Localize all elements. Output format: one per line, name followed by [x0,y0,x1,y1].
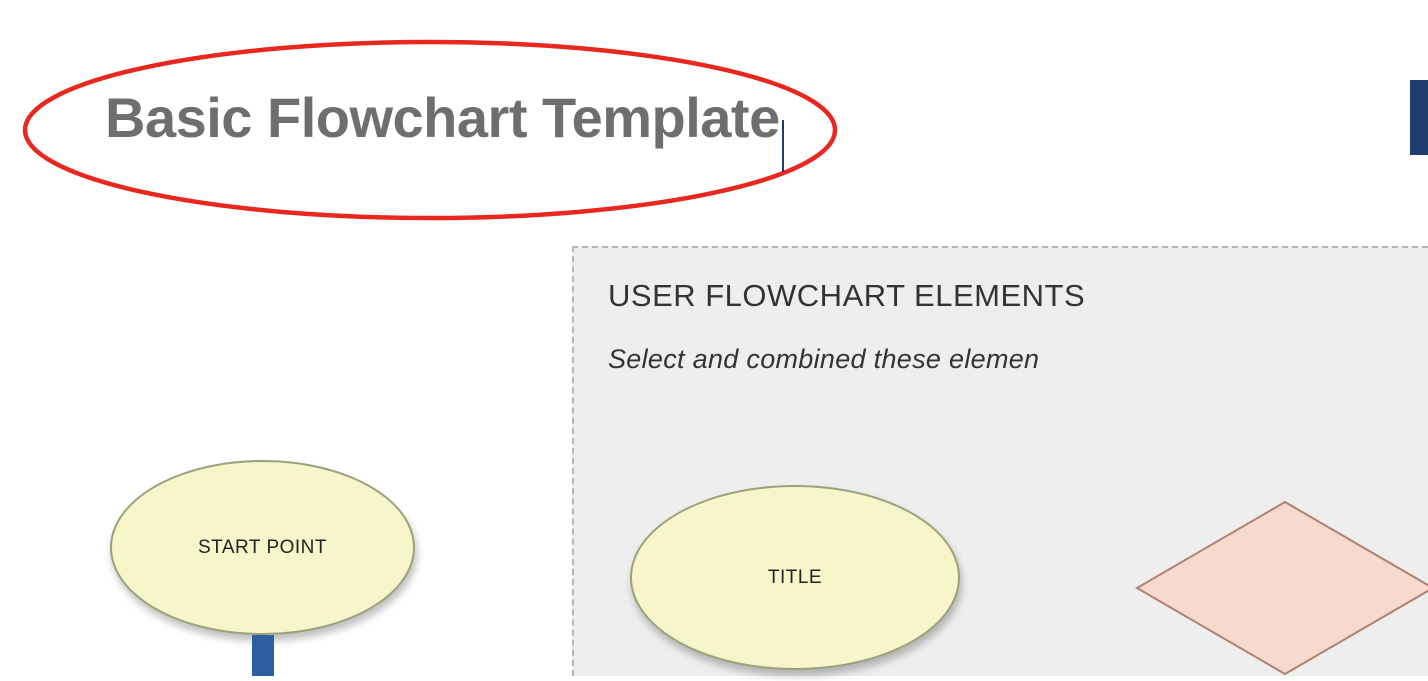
decision-shape[interactable] [1135,500,1428,676]
panel-subtitle: Select and combined these elemen [608,344,1394,375]
start-point-shape[interactable]: START POINT [110,460,415,635]
page-title[interactable]: Basic Flowchart Template [105,85,780,150]
start-point-label: START POINT [198,537,327,559]
connector-line[interactable] [252,635,274,676]
title-container: Basic Flowchart Template [20,35,840,225]
panel-heading: USER FLOWCHART ELEMENTS [608,278,1394,314]
title-shape[interactable]: TITLE [630,485,960,670]
blue-sidebar-stub [1410,80,1428,155]
title-shape-label: TITLE [768,567,822,589]
text-cursor [782,120,784,172]
